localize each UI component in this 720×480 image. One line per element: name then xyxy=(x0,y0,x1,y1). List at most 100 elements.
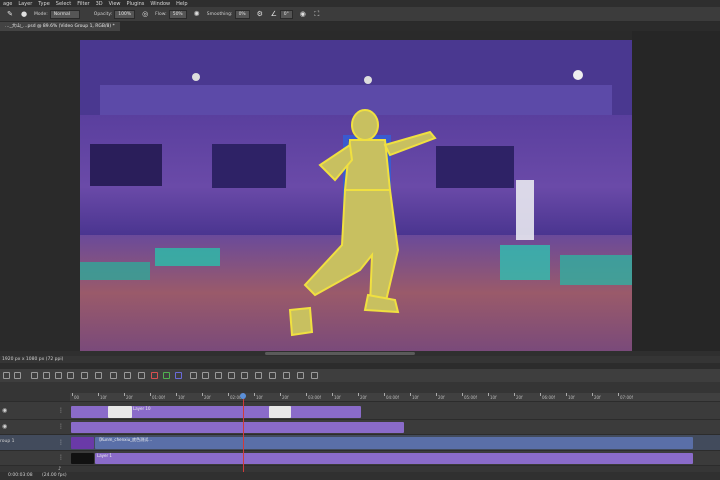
split-clip-button[interactable] xyxy=(81,372,88,379)
ruler-tick xyxy=(332,393,333,396)
layer-menu-icon[interactable]: ⋮ xyxy=(58,454,64,461)
angle-icon[interactable]: ∠ xyxy=(270,10,278,18)
flow-field[interactable]: 50% xyxy=(168,9,187,19)
menu-3d[interactable]: 3D xyxy=(93,1,106,7)
frame-button-1[interactable] xyxy=(255,372,262,379)
ruler-label: 04:00f xyxy=(386,395,399,400)
clip-layer1[interactable]: Layer 1 xyxy=(95,453,693,464)
tween-button[interactable] xyxy=(43,372,50,379)
layer-menu-icon[interactable]: ⋮ xyxy=(58,407,64,414)
menu-layer[interactable]: Layer xyxy=(15,1,35,7)
canvas-image[interactable] xyxy=(80,40,632,351)
red-label-button[interactable] xyxy=(151,372,158,379)
ruler-tick xyxy=(176,393,177,396)
mode-label: Mode: xyxy=(34,11,48,17)
frame-button-3[interactable] xyxy=(283,372,290,379)
eye-icon[interactable]: ◉ xyxy=(2,407,7,414)
ruler-label: 20f xyxy=(516,395,523,400)
ruler-label: 07:00f xyxy=(620,395,633,400)
frame-rate: (24.00 fps) xyxy=(42,473,67,478)
document-size: 1920 px x 1080 px (72 ppi) xyxy=(2,357,64,362)
symmetry-icon[interactable]: ⛶ xyxy=(313,10,321,18)
menu-plugins[interactable]: Plugins xyxy=(124,1,148,7)
clip-label-video: 【Kunm_chenxiu_底色测试… xyxy=(97,437,153,442)
blue-label-button[interactable] xyxy=(175,372,182,379)
ruler-tick xyxy=(514,393,515,396)
frame-button-4[interactable] xyxy=(297,372,304,379)
ruler-tick xyxy=(72,393,73,396)
layer-menu-icon[interactable]: ⋮ xyxy=(58,439,64,446)
clip-thumbnail xyxy=(71,437,94,449)
clip-track-2[interactable] xyxy=(71,422,404,433)
playhead[interactable] xyxy=(243,393,244,480)
delete-icon[interactable] xyxy=(67,372,74,379)
time-ruler[interactable]: 00 10f 20f 01:00f 10f 20f 02:00f 10f 20f 03:00f 10… xyxy=(70,393,720,401)
ruler-label: 06:00f xyxy=(542,395,555,400)
layer-menu-icon[interactable]: ⋮ xyxy=(58,423,64,430)
ruler-label: 10f xyxy=(412,395,419,400)
transition-button[interactable] xyxy=(95,372,102,379)
ruler-tick xyxy=(384,393,385,396)
group-name[interactable]: roup 1 xyxy=(0,439,15,444)
prev-frame-button[interactable] xyxy=(14,372,21,379)
green-label-button[interactable] xyxy=(163,372,170,379)
mode-select[interactable]: Normal xyxy=(49,9,80,19)
onion-skin-button[interactable] xyxy=(124,372,131,379)
pressure-opacity-icon[interactable]: ◎ xyxy=(141,10,149,18)
convert-button[interactable] xyxy=(241,372,248,379)
menu-type[interactable]: Type xyxy=(35,1,52,7)
clip-gap-white-1 xyxy=(108,406,132,418)
document-tab[interactable]: …_大山_…psd @ 89.6% (Video Group 1, RGB/8)… xyxy=(0,22,120,31)
menu-image[interactable]: age xyxy=(0,1,15,7)
ruler-label: 20f xyxy=(360,395,367,400)
menu-window[interactable]: Window xyxy=(147,1,173,7)
airbrush-icon[interactable]: ✺ xyxy=(193,10,201,18)
audio-button[interactable] xyxy=(215,372,222,379)
menu-view[interactable]: View xyxy=(106,1,124,7)
gear-icon[interactable]: ⚙ xyxy=(256,10,264,18)
ruler-tick xyxy=(566,393,567,396)
ruler-tick xyxy=(410,393,411,396)
smoothing-label: Smoothing: xyxy=(206,11,233,17)
menu-filter[interactable]: Filter xyxy=(74,1,92,7)
ruler-tick xyxy=(540,393,541,396)
menu-help[interactable]: Help xyxy=(173,1,190,7)
eye-icon[interactable]: ◉ xyxy=(2,423,7,430)
playhead-handle[interactable] xyxy=(240,393,246,399)
ruler-tick xyxy=(618,393,619,396)
pressure-size-icon[interactable]: ◉ xyxy=(299,10,307,18)
clip-label-layer1: Layer 1 xyxy=(97,453,112,458)
ruler-tick xyxy=(124,393,125,396)
frame-button-2[interactable] xyxy=(269,372,276,379)
ruler-tick xyxy=(358,393,359,396)
ruler-tick xyxy=(462,393,463,396)
scrollbar-thumb[interactable] xyxy=(265,352,415,355)
timeline-footer: 0:00:03:08 (24.00 fps) xyxy=(0,472,720,480)
menu-select[interactable]: Select xyxy=(53,1,74,7)
new-frame-button[interactable] xyxy=(55,372,62,379)
track-row-2: ◉ ⋮ xyxy=(0,419,720,435)
smoothing-field[interactable]: 0% xyxy=(234,9,250,19)
angle-field[interactable]: 0° xyxy=(279,9,293,19)
ruler-label: 20f xyxy=(126,395,133,400)
ruler-label: 10f xyxy=(100,395,107,400)
ruler-tick xyxy=(592,393,593,396)
layer-settings-button[interactable] xyxy=(138,372,145,379)
camera-icon[interactable] xyxy=(190,372,197,379)
clip-video-group[interactable]: 【Kunm_chenxiu_底色测试… xyxy=(95,437,693,449)
ruler-label: 20f xyxy=(282,395,289,400)
loop-button[interactable] xyxy=(202,372,209,379)
settings-button[interactable] xyxy=(228,372,235,379)
current-timecode[interactable]: 0:00:03:08 xyxy=(8,472,33,480)
frame-button-5[interactable] xyxy=(311,372,318,379)
ruler-tick xyxy=(436,393,437,396)
menu-bar: age Layer Type Select Filter 3D View Plu… xyxy=(0,0,720,7)
go-first-frame-button[interactable] xyxy=(3,372,10,379)
opacity-field[interactable]: 100% xyxy=(114,9,136,19)
duplicate-frame-button[interactable] xyxy=(31,372,38,379)
brush-icon[interactable]: ✎ xyxy=(6,10,14,18)
canvas-pasteboard xyxy=(632,31,720,351)
render-video-button[interactable] xyxy=(110,372,117,379)
ruler-tick xyxy=(98,393,99,396)
brush-preset-icon[interactable]: ● xyxy=(20,10,28,18)
